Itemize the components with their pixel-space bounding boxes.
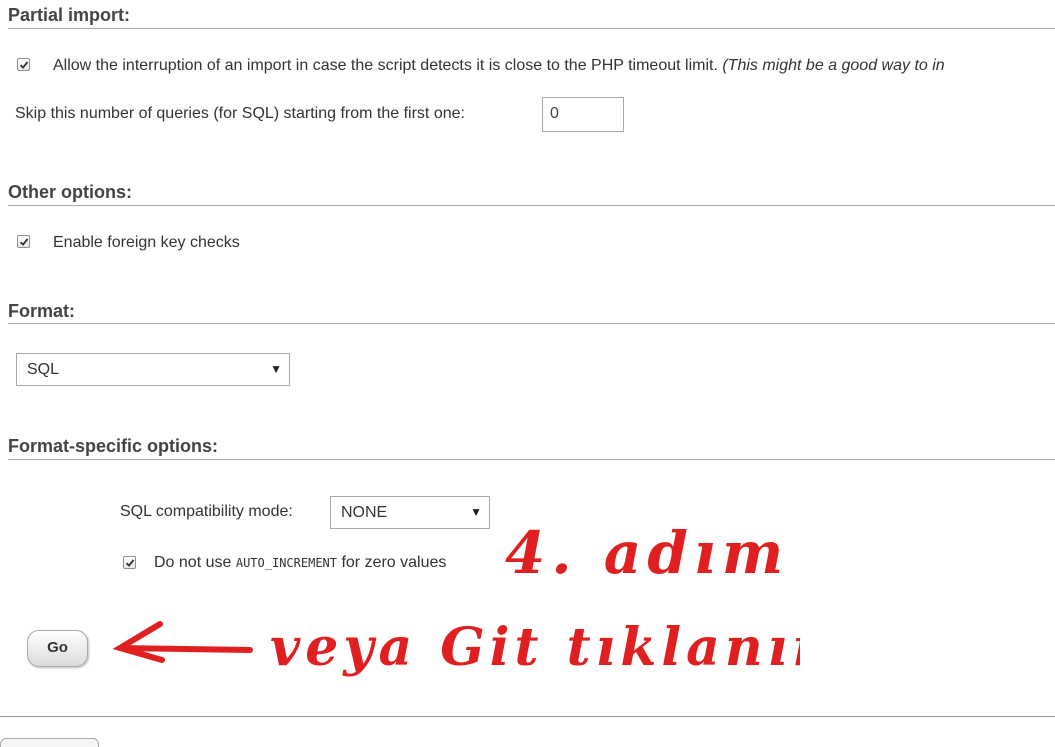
partial-import-heading: Partial import:: [8, 5, 131, 25]
handwritten-annotation: 4. adım veya Git tıklanır: [112, 519, 800, 678]
format-select-value: SQL: [27, 361, 60, 378]
next-button-edge[interactable]: [0, 738, 99, 747]
skip-queries-label: Skip this number of queries (for SQL) st…: [15, 105, 465, 122]
format-specific-heading: Format-specific options:: [8, 436, 219, 456]
bottom-divider: [0, 716, 1055, 717]
format-heading: Format:: [8, 301, 75, 321]
handwritten-step-text: 4. adım: [505, 519, 789, 587]
format-select[interactable]: SQL ▼: [16, 353, 290, 386]
format-specific-divider: [8, 459, 1055, 460]
checkmark-icon: [19, 61, 29, 69]
format-divider: [8, 323, 1055, 324]
arrow-left-icon: [112, 621, 253, 663]
foreign-key-checkbox[interactable]: [17, 235, 30, 248]
foreign-key-label: Enable foreign key checks: [53, 234, 240, 251]
interrupt-note-text: (This might be a good way to in: [722, 57, 945, 74]
handwritten-instruction-text: veya Git tıklanır: [270, 617, 800, 678]
interrupt-import-label: Allow the interruption of an import in c…: [53, 57, 945, 75]
other-options-heading: Other options:: [8, 182, 132, 202]
interrupt-import-checkbox[interactable]: [17, 58, 30, 71]
interrupt-label-text: Allow the interruption of an import in c…: [53, 57, 718, 74]
other-options-divider: [8, 205, 1055, 206]
partial-import-divider: [8, 28, 1055, 29]
dropdown-arrow-icon: ▼: [270, 362, 282, 376]
skip-queries-input[interactable]: 0: [542, 97, 624, 132]
go-button[interactable]: Go: [27, 630, 88, 667]
checkmark-icon: [19, 238, 29, 246]
